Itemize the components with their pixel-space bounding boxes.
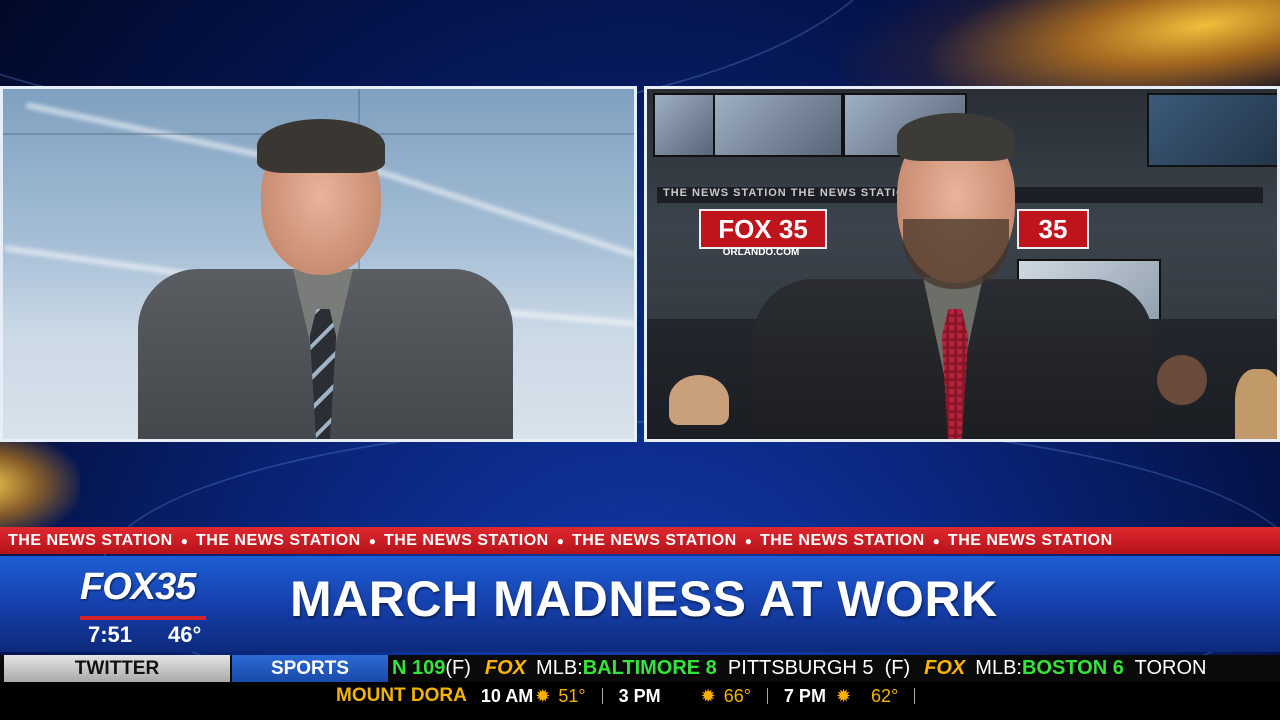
- weather-temp: 66°: [723, 685, 751, 706]
- score-segment: BOSTON 6: [1021, 657, 1124, 679]
- ticker-phrase: THE NEWS STATION: [195, 531, 361, 549]
- score-segment: TORON: [1123, 657, 1207, 679]
- weather-ticker-bar: MOUNT DORA 10 AM ✹ 51° 3 PM ✹ 66° 7 PM ✹…: [0, 682, 1280, 710]
- weather-separator: [766, 688, 768, 704]
- ticker-phrase: THE NEWS STATION: [8, 531, 173, 549]
- ticker-bullet: ●: [932, 533, 940, 548]
- lower-third: FOX35 7:51 46° MARCH MADNESS AT WORK: [0, 556, 1280, 652]
- weather-time: 7 PM: [783, 685, 826, 706]
- ticker-phrase: THE NEWS STATION: [947, 531, 1113, 549]
- weather-separator: [914, 688, 916, 704]
- weather-temp: 62°: [871, 685, 899, 706]
- sports-scores: N 109 (F) FOX MLB: BALTIMORE 8 PITTSBURG…: [392, 655, 1206, 682]
- ticker-bullet: ●: [556, 533, 564, 548]
- score-segment: MLB:: [536, 657, 583, 679]
- newsroom-staff-head: [669, 375, 729, 425]
- fox-logo-icon: FOX: [924, 657, 966, 679]
- bottom-strip: [0, 710, 1280, 720]
- score-segment: MLB:: [975, 657, 1022, 679]
- right-reporter-hair: [897, 113, 1015, 161]
- weather-row: MOUNT DORA 10 AM ✹ 51° 3 PM ✹ 66° 7 PM ✹…: [336, 682, 931, 710]
- tab-twitter: TWITTER: [4, 655, 230, 682]
- headline: MARCH MADNESS AT WORK: [290, 571, 998, 627]
- newsroom-monitor: [653, 93, 715, 157]
- ticker-bullet: ●: [368, 533, 376, 548]
- score-segment: (F): [445, 657, 471, 679]
- newsroom-staff-head: [1235, 369, 1277, 439]
- right-video-panel: THE NEWS STATION THE NEWS STATION FOX 35…: [644, 86, 1280, 442]
- ticker-bullet: ●: [744, 533, 752, 548]
- newsroom-staff-head: [1157, 355, 1207, 405]
- right-reporter: [753, 109, 1153, 439]
- weather-separator: [601, 688, 603, 704]
- logo-underline: [80, 616, 206, 620]
- left-anchor: [133, 119, 513, 439]
- clock: 7:51: [88, 622, 133, 647]
- light-flare-left: [0, 430, 80, 540]
- ticker-phrase: THE NEWS STATION: [759, 531, 925, 549]
- station-logo: FOX35: [80, 566, 196, 608]
- broadcast-frame: THE NEWS STATION THE NEWS STATION FOX 35…: [0, 0, 1280, 720]
- newsroom-monitor: [1147, 93, 1277, 167]
- score-segment: N 109: [392, 657, 446, 679]
- weather-city: MOUNT DORA: [336, 685, 467, 706]
- station-logo-box: FOX35 7:51 46°: [60, 566, 230, 647]
- left-anchor-hair: [257, 119, 385, 173]
- weather-temp: 51°: [558, 685, 586, 706]
- temperature: 46°: [168, 622, 202, 647]
- tab-sports: SPORTS: [232, 655, 388, 682]
- score-segment: BALTIMORE 8: [582, 657, 717, 679]
- sun-icon: ✹: [835, 685, 852, 706]
- sun-icon: ✹: [700, 685, 716, 706]
- sports-ticker-bar: TWITTER SPORTS N 109 (F) FOX MLB: BALTIM…: [0, 655, 1280, 682]
- ticker-bullet: ●: [180, 533, 188, 548]
- weather-time: 10 AM: [480, 685, 534, 706]
- fox-logo-icon: FOX: [484, 657, 527, 679]
- left-video-panel: [0, 86, 637, 442]
- ticker-phrase: THE NEWS STATION: [383, 531, 549, 549]
- ticker-phrase: THE NEWS STATION: [571, 531, 737, 549]
- score-segment: PITTSBURGH 5 (F): [716, 657, 911, 679]
- sun-icon: ✹: [535, 685, 551, 706]
- news-station-ticker: THE NEWS STATION ● THE NEWS STATION ● TH…: [0, 527, 1280, 554]
- weather-time: 3 PM: [618, 685, 661, 706]
